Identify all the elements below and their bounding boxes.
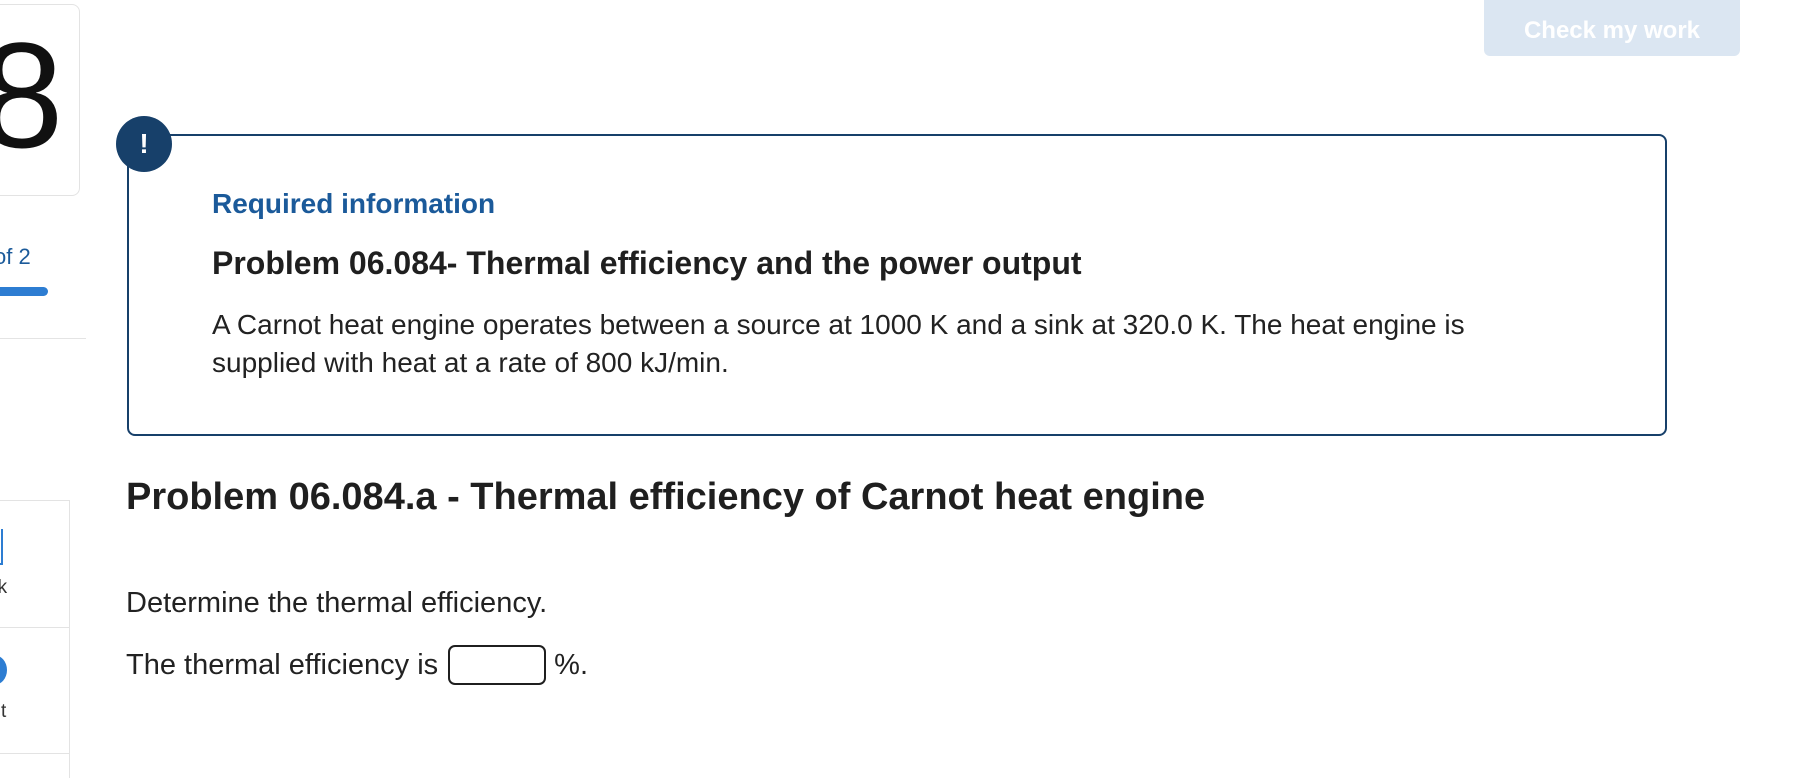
sidebar-divider	[0, 338, 86, 339]
required-info-heading: Required information	[212, 188, 496, 219]
question-number: 8	[0, 11, 64, 179]
part-indicator: of 2	[0, 244, 31, 269]
problem-title: Problem 06.084- Thermal efficiency and t…	[212, 245, 1082, 281]
tool-print[interactable]: t	[0, 627, 69, 754]
answer-prefix: The thermal efficiency is	[126, 648, 439, 681]
answer-suffix: %.	[554, 648, 588, 681]
part-progress-bar	[0, 287, 48, 296]
tools-panel: ok t	[0, 500, 70, 778]
tool-ebook-label: ok	[0, 577, 8, 598]
print-icon	[0, 655, 7, 685]
tool-print-label: t	[1, 701, 7, 722]
alert-icon: !	[116, 116, 172, 172]
assignment-page: 8 of 2 ok t Check my work ! Required inf…	[0, 0, 1804, 778]
part-title: Problem 06.084.a - Thermal efficiency of…	[126, 476, 1206, 518]
thermal-efficiency-input[interactable]	[448, 645, 547, 685]
question-prompt: Determine the thermal efficiency.	[126, 587, 548, 619]
required-info-box	[127, 134, 1667, 436]
ebook-icon	[0, 529, 3, 565]
problem-description: A Carnot heat engine operates between a …	[212, 309, 1465, 378]
check-my-work-button[interactable]: Check my work	[1484, 0, 1740, 56]
answer-line: The thermal efficiency is %.	[126, 645, 588, 685]
tool-ebook[interactable]: ok	[0, 501, 69, 628]
